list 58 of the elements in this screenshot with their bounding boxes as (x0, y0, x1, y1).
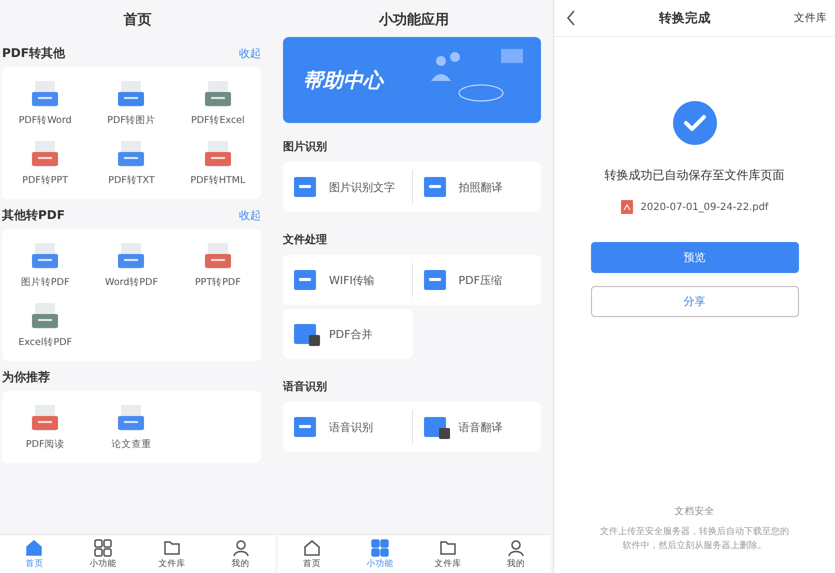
tool-icon (422, 414, 450, 440)
feature-item[interactable]: Word转PDF (105, 276, 158, 288)
page-title: 首页 (122, 11, 152, 30)
file-name: 2020-07-01_09-24-22.pdf (640, 202, 768, 212)
feature-item[interactable]: 图片转PDF (20, 276, 70, 288)
nav-tab[interactable]: 首页 (0, 535, 69, 573)
tool-item[interactable]: 图片识别文字 (329, 180, 395, 194)
person-icon (507, 538, 525, 556)
preview-button[interactable]: 预览 (590, 242, 798, 273)
feature-item[interactable]: PDF阅读 (26, 438, 64, 450)
banner-title: 帮助中心 (303, 66, 383, 94)
file-library-link[interactable]: 文件库 (794, 11, 827, 25)
nav-tab[interactable]: 小功能 (68, 535, 138, 573)
grid-icon (94, 538, 112, 556)
nav-tab[interactable]: 文件库 (138, 535, 206, 573)
folder-icon (162, 538, 181, 556)
feature-item[interactable]: PDF转PPT (22, 174, 68, 186)
page-title: 小功能应用 (378, 10, 450, 30)
tool-item[interactable]: WIFI传输 (329, 272, 375, 288)
feature-item[interactable]: PDF转Excel (190, 114, 245, 126)
nav-tab[interactable]: 我的 (482, 535, 550, 573)
tool-item[interactable]: 语音识别 (329, 420, 373, 434)
footer-title: 文档安全 (674, 505, 714, 518)
tool-icon (293, 321, 321, 347)
group-title: 图片识别 (282, 139, 328, 155)
nav-tab[interactable]: 文件库 (414, 535, 482, 573)
tool-item[interactable]: PDF压缩 (458, 272, 502, 288)
feature-item[interactable]: 论文查重 (111, 438, 152, 450)
person-icon (232, 538, 250, 556)
group-title: 语音识别 (282, 379, 328, 395)
home-icon (303, 538, 321, 556)
success-message: 转换成功已自动保存至文件库页面 (604, 167, 784, 184)
help-center-banner[interactable]: 帮助中心 (283, 37, 541, 123)
tool-item[interactable]: PDF合并 (329, 326, 372, 342)
pdf-file-icon (620, 200, 633, 214)
folder-icon (439, 538, 457, 556)
success-check-icon (670, 99, 718, 147)
group-title: 文件处理 (282, 232, 328, 248)
section-title: 为你推荐 (2, 369, 50, 386)
feature-item[interactable]: PPT转PDF (194, 276, 241, 288)
footer-text: 文件上传至安全服务器，转换后自动下载至您的软件中，然后立刻从服务器上删除。 (599, 526, 790, 552)
home-icon (25, 538, 44, 556)
feature-item[interactable]: PDF转Word (18, 114, 72, 126)
page-title: 转换完成 (658, 10, 712, 26)
tool-item[interactable]: 语音翻译 (458, 420, 502, 434)
nav-tab[interactable]: 首页 (278, 535, 346, 573)
grid-icon (371, 538, 389, 556)
section-title: 其他转PDF (2, 207, 65, 224)
feature-item[interactable]: PDF转HTML (190, 174, 246, 186)
tool-item[interactable]: 拍照翻译 (458, 180, 502, 194)
section-title: PDF转其他 (2, 45, 65, 62)
feature-item[interactable]: PDF转TXT (108, 174, 155, 186)
nav-tab[interactable]: 小功能 (346, 535, 414, 573)
feature-item[interactable]: Excel转PDF (18, 336, 72, 348)
feature-item[interactable]: PDF转图片 (107, 114, 156, 126)
share-button[interactable]: 分享 (590, 286, 798, 317)
back-icon[interactable] (566, 10, 576, 26)
nav-tab[interactable]: 我的 (206, 535, 275, 573)
